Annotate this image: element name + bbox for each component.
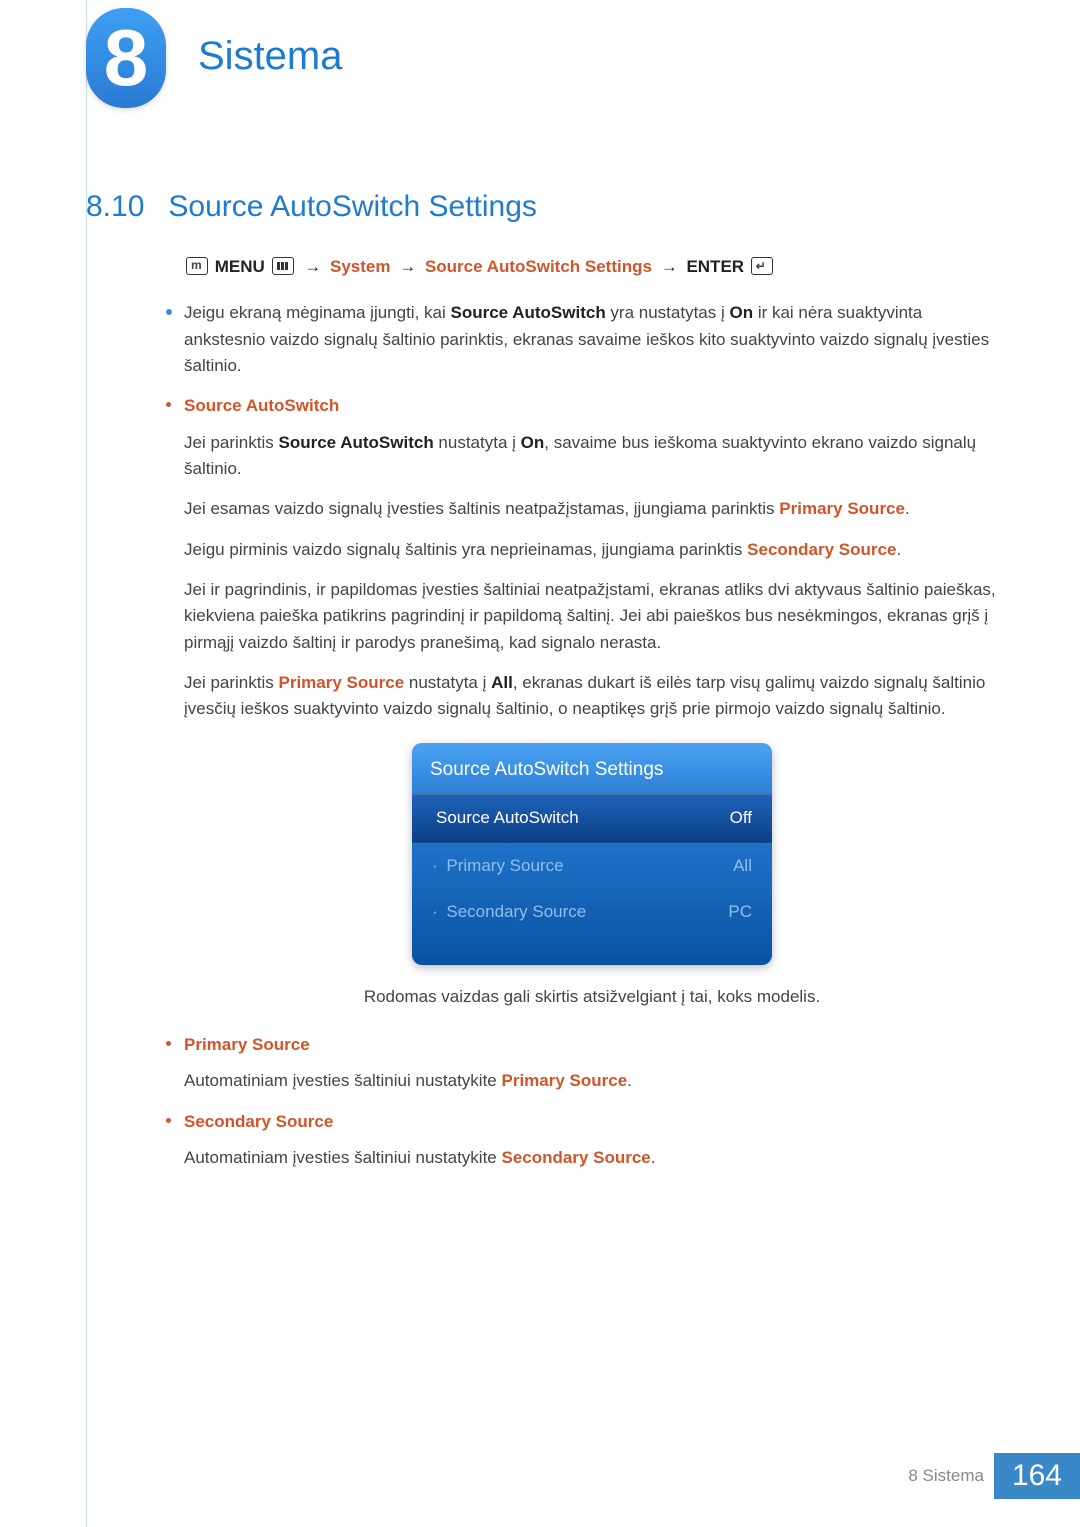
page-footer: 8 Sistema 164: [908, 1453, 1080, 1499]
source-autoswitch-item: Source AutoSwitch Jei parinktis Source A…: [184, 393, 1000, 1010]
sa-p4: Jei ir pagrindinis, ir papildomas įvesti…: [184, 577, 1000, 656]
enter-icon: [751, 257, 773, 275]
footer-page-number: 164: [994, 1453, 1080, 1499]
sa-p2: Jei esamas vaizdo signalų įvesties šalti…: [184, 496, 1000, 522]
ss-p1: Automatiniam įvesties šaltiniui nustatyk…: [184, 1145, 1000, 1171]
nav-system: System: [330, 257, 390, 276]
nav-sas: Source AutoSwitch Settings: [425, 257, 652, 276]
section-number: 8.10: [86, 190, 144, 224]
primary-source-item: Primary Source Automatiniam įvesties šal…: [184, 1032, 1000, 1095]
osd-row-label: Primary Source: [446, 856, 563, 875]
sa-p1: Jei parinktis Source AutoSwitch nustatyt…: [184, 430, 1000, 483]
osd-row-value: PC: [728, 899, 752, 925]
nav-menu: MENU: [215, 257, 265, 276]
section-heading: 8.10 Source AutoSwitch Settings: [86, 190, 537, 224]
ps-p1: Automatiniam įvesties šaltiniui nustatyk…: [184, 1068, 1000, 1094]
chapter-badge: 8: [86, 8, 166, 108]
ss-heading: Secondary Source: [184, 1112, 333, 1131]
remote-icon: [186, 257, 208, 275]
osd-row-secondary-source: · Secondary Source PC: [412, 889, 772, 935]
osd-row-value: All: [733, 853, 752, 879]
osd-row-source-autoswitch: Source AutoSwitch Off: [412, 794, 772, 842]
nav-enter: ENTER: [686, 257, 744, 276]
osd-title: Source AutoSwitch Settings: [412, 743, 772, 794]
osd-row-label: Source AutoSwitch: [436, 808, 579, 827]
osd-row-primary-source: · Primary Source All: [412, 843, 772, 889]
ps-heading: Primary Source: [184, 1035, 310, 1054]
osd-row-value: Off: [730, 805, 752, 831]
sa-heading: Source AutoSwitch: [184, 396, 339, 415]
footer-chapter: 8 Sistema: [908, 1466, 984, 1486]
intro-bullet: Jeigu ekraną mėginama įjungti, kai Sourc…: [184, 300, 1000, 1171]
sa-p5: Jei parinktis Primary Source nustatyta į…: [184, 670, 1000, 723]
intro-text: Jeigu ekraną mėginama įjungti, kai Sourc…: [184, 303, 989, 375]
secondary-source-item: Secondary Source Automatiniam įvesties š…: [184, 1109, 1000, 1172]
osd-caption: Rodomas vaizdas gali skirtis atsižvelgia…: [184, 984, 1000, 1010]
section-title: Source AutoSwitch Settings: [168, 190, 537, 224]
osd-row-label: Secondary Source: [446, 902, 586, 921]
osd-panel: Source AutoSwitch Settings Source AutoSw…: [412, 743, 772, 965]
chapter-title: Sistema: [198, 34, 343, 79]
menu-icon: [272, 257, 294, 275]
content-body: MENU → System → Source AutoSwitch Settin…: [150, 254, 1000, 1189]
sa-p3: Jeigu pirminis vaizdo signalų šaltinis y…: [184, 537, 1000, 563]
menu-path: MENU → System → Source AutoSwitch Settin…: [184, 254, 1000, 280]
vertical-rule: [86, 0, 87, 1527]
